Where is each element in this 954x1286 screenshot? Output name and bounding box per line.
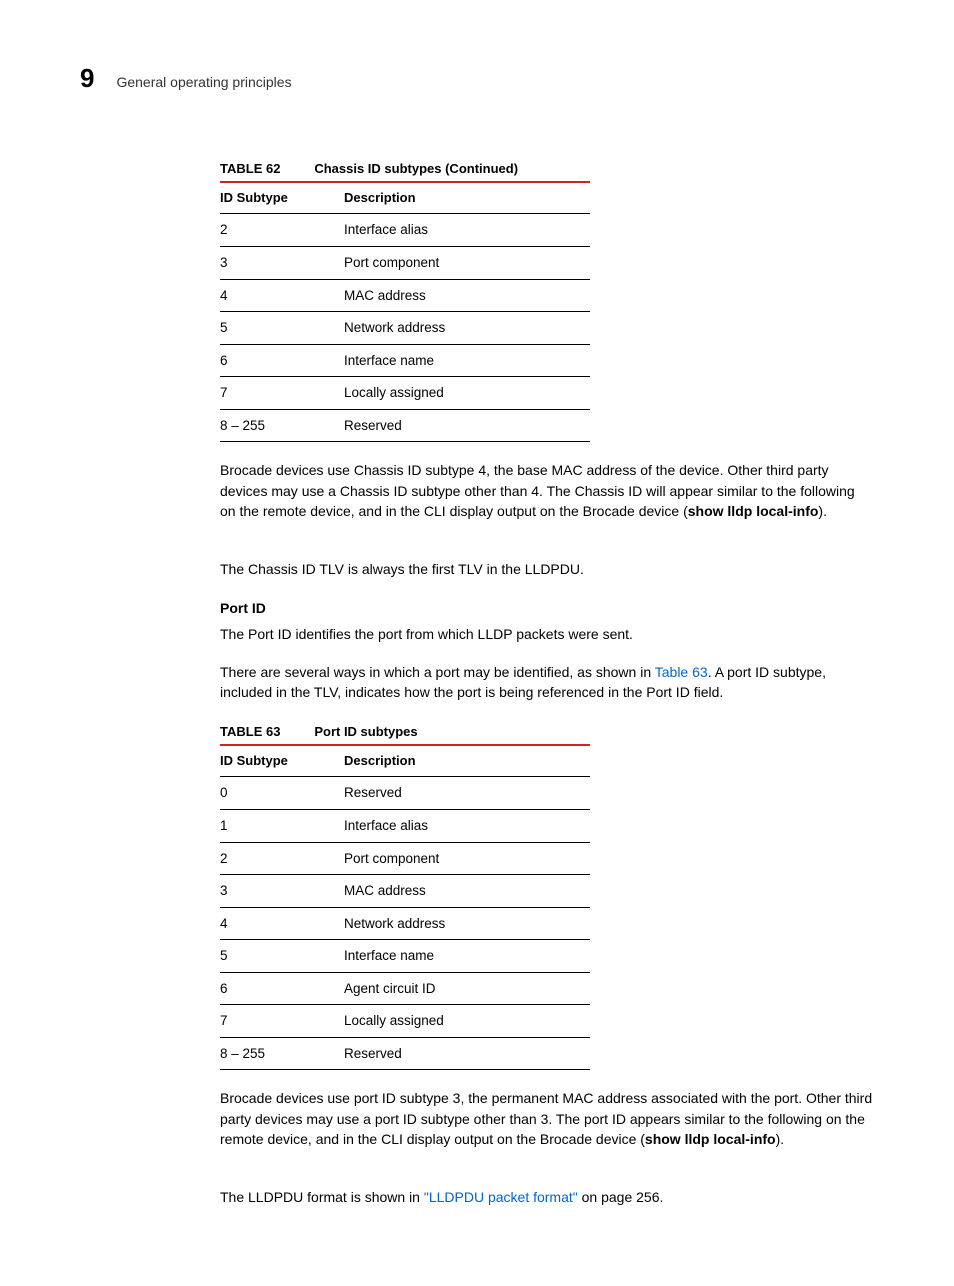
cell-id-subtype: 3	[220, 875, 344, 908]
cell-id-subtype: 7	[220, 1005, 344, 1038]
cell-id-subtype: 2	[220, 214, 344, 247]
table-row: 8 – 255Reserved	[220, 409, 590, 442]
table63-label: TABLE 63	[220, 724, 280, 739]
cell-description: Interface alias	[344, 214, 590, 247]
table-row: 5Interface name	[220, 940, 590, 973]
cell-id-subtype: 4	[220, 907, 344, 940]
text: ).	[776, 1131, 785, 1147]
cell-id-subtype: 0	[220, 777, 344, 810]
cell-description: Agent circuit ID	[344, 972, 590, 1005]
cell-description: Port component	[344, 842, 590, 875]
section-title: General operating principles	[116, 72, 291, 92]
table-row: 7Locally assigned	[220, 377, 590, 410]
table-row: 5Network address	[220, 312, 590, 345]
cell-description: MAC address	[344, 279, 590, 312]
table-row: 7Locally assigned	[220, 1005, 590, 1038]
content-area: TABLE 62 Chassis ID subtypes (Continued)…	[220, 158, 874, 1208]
cell-description: Interface name	[344, 344, 590, 377]
table-row: 4Network address	[220, 907, 590, 940]
cell-id-subtype: 2	[220, 842, 344, 875]
paragraph-portid-intro: The Port ID identifies the port from whi…	[220, 624, 874, 644]
cli-command: show lldp local-info	[645, 1131, 776, 1147]
cell-id-subtype: 6	[220, 344, 344, 377]
cell-id-subtype: 7	[220, 377, 344, 410]
table62-title: TABLE 62 Chassis ID subtypes (Continued)	[220, 158, 874, 179]
table63: ID Subtype Description 0Reserved1Interfa…	[220, 744, 590, 1071]
page-header: 9 General operating principles	[80, 60, 884, 98]
table62: ID Subtype Description 2Interface alias3…	[220, 181, 590, 443]
table-row: 3Port component	[220, 246, 590, 279]
chapter-number: 9	[80, 60, 94, 98]
cell-description: Network address	[344, 312, 590, 345]
cell-id-subtype: 5	[220, 940, 344, 973]
table-row: 2Interface alias	[220, 214, 590, 247]
cell-description: Interface name	[344, 940, 590, 973]
cli-command: show lldp local-info	[688, 503, 819, 519]
paragraph-chassis-desc: Brocade devices use Chassis ID subtype 4…	[220, 460, 874, 521]
table62-head-c2: Description	[344, 182, 590, 214]
table-row: 0Reserved	[220, 777, 590, 810]
paragraph-chassis-tlv: The Chassis ID TLV is always the first T…	[220, 559, 874, 579]
table63-caption: Port ID subtypes	[314, 724, 417, 739]
table-row: 2Port component	[220, 842, 590, 875]
table-row: 1Interface alias	[220, 809, 590, 842]
cell-description: Interface alias	[344, 809, 590, 842]
table-row: 4MAC address	[220, 279, 590, 312]
cell-description: Reserved	[344, 409, 590, 442]
xref-table63[interactable]: Table 63	[655, 664, 708, 680]
text: There are several ways in which a port m…	[220, 664, 655, 680]
cell-description: Locally assigned	[344, 1005, 590, 1038]
cell-id-subtype: 4	[220, 279, 344, 312]
cell-description: MAC address	[344, 875, 590, 908]
table63-head-c1: ID Subtype	[220, 745, 344, 777]
cell-description: Locally assigned	[344, 377, 590, 410]
paragraph-portid-ways: There are several ways in which a port m…	[220, 662, 874, 703]
cell-id-subtype: 3	[220, 246, 344, 279]
cell-description: Reserved	[344, 777, 590, 810]
cell-id-subtype: 1	[220, 809, 344, 842]
table63-head-c2: Description	[344, 745, 590, 777]
table62-head-c1: ID Subtype	[220, 182, 344, 214]
text: on page 256.	[578, 1189, 664, 1205]
table-row: 6Agent circuit ID	[220, 972, 590, 1005]
paragraph-portid-desc: Brocade devices use port ID subtype 3, t…	[220, 1088, 874, 1149]
table-row: 3MAC address	[220, 875, 590, 908]
table63-title: TABLE 63 Port ID subtypes	[220, 721, 874, 742]
cell-id-subtype: 8 – 255	[220, 1037, 344, 1070]
cell-id-subtype: 6	[220, 972, 344, 1005]
cell-description: Port component	[344, 246, 590, 279]
text: ).	[818, 503, 827, 519]
cell-description: Reserved	[344, 1037, 590, 1070]
cell-id-subtype: 8 – 255	[220, 409, 344, 442]
cell-id-subtype: 5	[220, 312, 344, 345]
portid-heading: Port ID	[220, 598, 874, 618]
table-row: 6Interface name	[220, 344, 590, 377]
table62-caption: Chassis ID subtypes (Continued)	[314, 161, 518, 176]
table-row: 8 – 255Reserved	[220, 1037, 590, 1070]
table62-label: TABLE 62	[220, 161, 280, 176]
cell-description: Network address	[344, 907, 590, 940]
text: The LLDPDU format is shown in	[220, 1189, 424, 1205]
xref-lldpdu-format[interactable]: "LLDPDU packet format"	[424, 1189, 578, 1205]
paragraph-lldpdu-format: The LLDPDU format is shown in "LLDPDU pa…	[220, 1187, 874, 1207]
